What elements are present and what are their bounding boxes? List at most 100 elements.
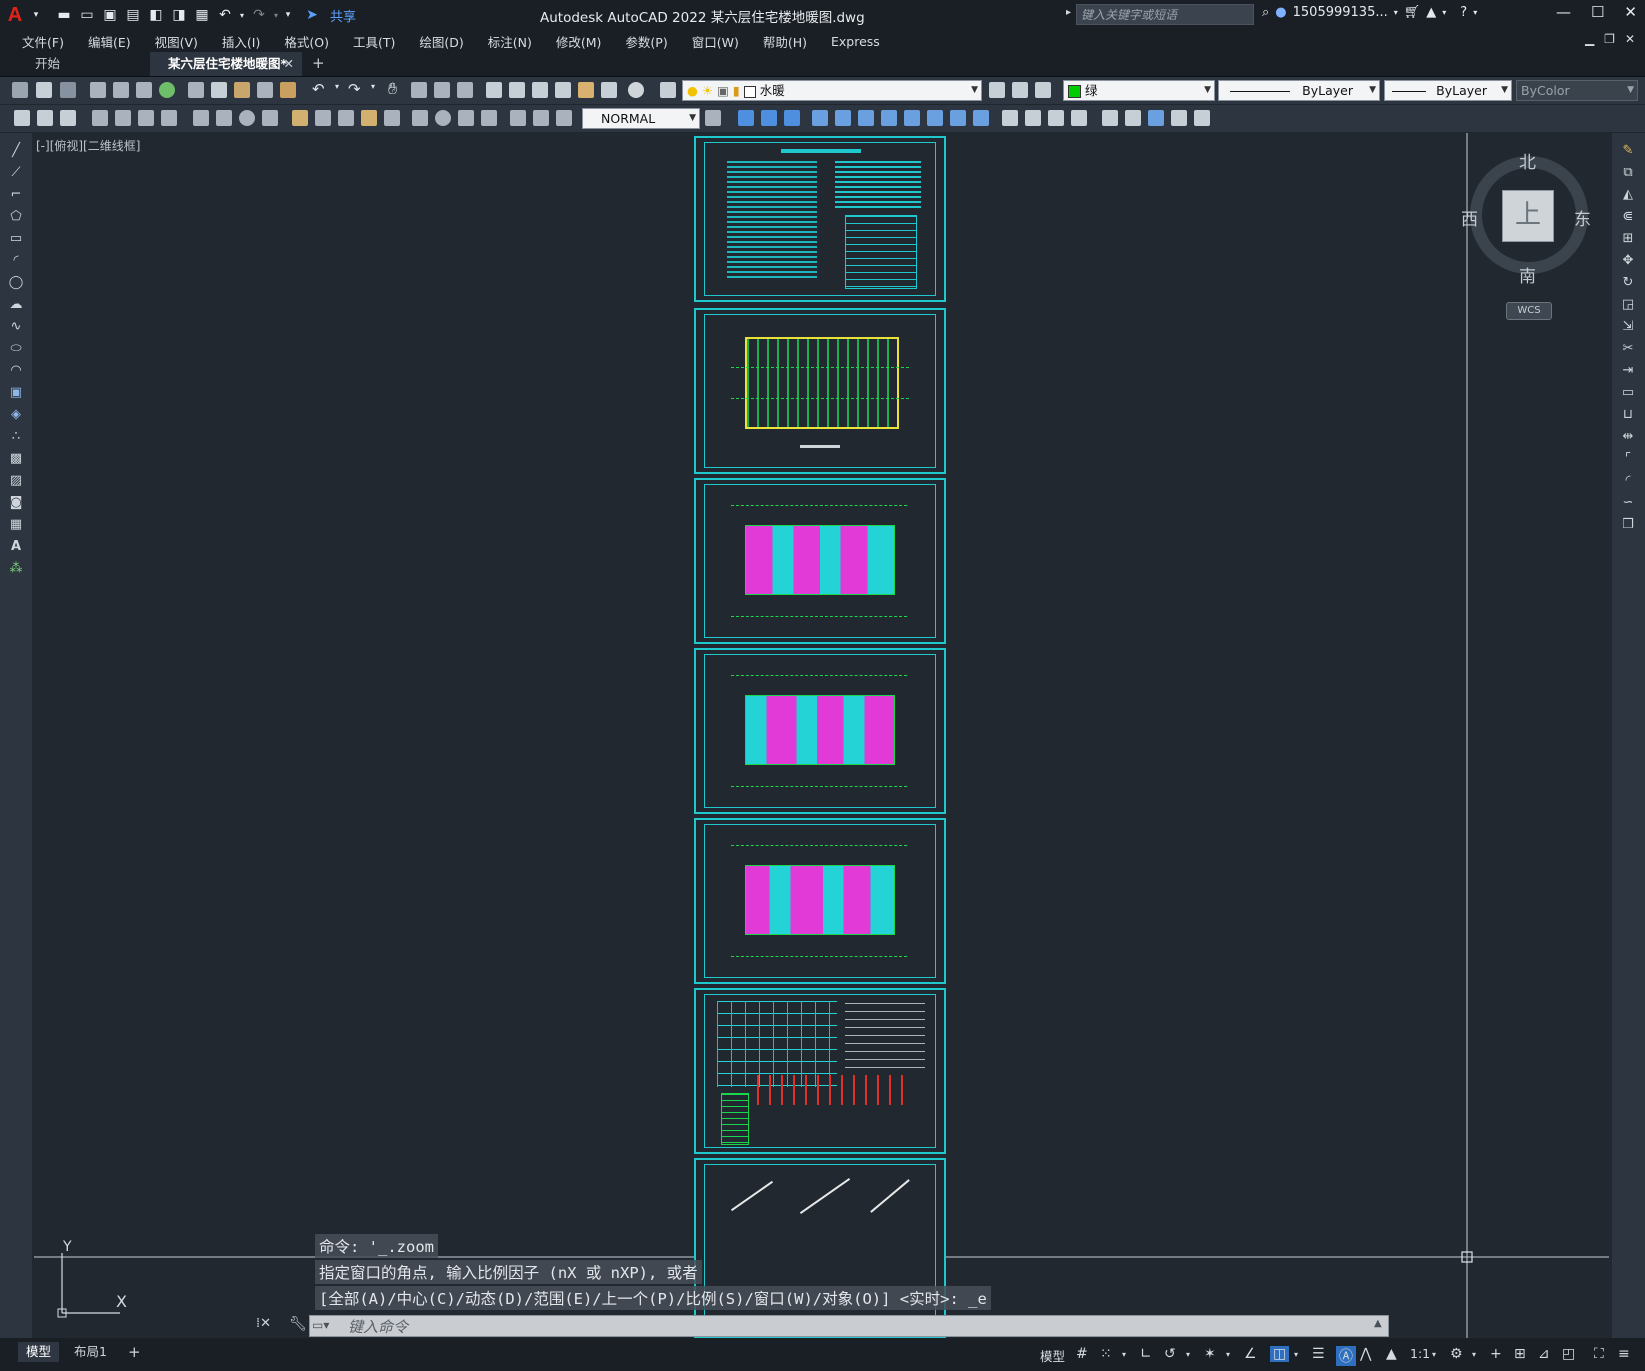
dimension-update-icon[interactable] — [556, 110, 572, 126]
grid-icon[interactable]: # — [1076, 1346, 1088, 1362]
new-tab-button[interactable]: + — [312, 54, 325, 72]
extend-icon[interactable]: ⇥ — [1620, 363, 1636, 379]
rotate-icon[interactable]: ↻ — [1620, 275, 1636, 291]
make-current-layer-icon[interactable] — [989, 82, 1005, 98]
3d-tool-20-icon[interactable] — [1194, 110, 1210, 126]
layer-on-icon[interactable]: ● — [687, 83, 698, 98]
undo-icon[interactable]: ↶ — [214, 4, 236, 26]
menu-file[interactable]: 文件(F) — [10, 32, 76, 51]
3d-tool-13-icon[interactable] — [1025, 110, 1041, 126]
share-icon[interactable]: ➤ — [301, 4, 323, 26]
help-tool-icon[interactable] — [628, 82, 644, 98]
3d-tool-5-icon[interactable] — [835, 110, 851, 126]
layer-lock-icon[interactable]: ▮ — [733, 83, 740, 98]
open-web-icon[interactable]: ◧ — [145, 4, 167, 26]
3d-tool-8-icon[interactable] — [904, 110, 920, 126]
scale-icon[interactable]: ◲ — [1620, 297, 1636, 313]
3d-tool-3-icon[interactable] — [784, 110, 800, 126]
viewcube-top-face[interactable]: 上 — [1502, 190, 1554, 242]
jogged-dimension-icon[interactable] — [216, 110, 232, 126]
customization-menu-icon[interactable]: ≡ — [1618, 1346, 1630, 1362]
minimize-icon[interactable]: — — [1556, 3, 1571, 21]
gradient-icon[interactable]: ▨ — [8, 473, 24, 489]
object-snap-icon[interactable]: ◫ — [1270, 1346, 1290, 1362]
quick-properties-icon[interactable]: ⊿ — [1538, 1346, 1550, 1362]
mirror-icon[interactable]: ◭ — [1620, 187, 1636, 203]
tab-start[interactable]: 开始 — [17, 52, 149, 76]
center-mark-icon[interactable] — [435, 110, 451, 126]
tab-model[interactable]: 模型 — [18, 1342, 60, 1362]
region-icon[interactable]: ◙ — [8, 495, 24, 511]
compass-east[interactable]: 东 — [1574, 205, 1591, 230]
menu-view[interactable]: 视图(V) — [143, 32, 210, 51]
layer-state-icon[interactable] — [1035, 82, 1051, 98]
workspace-dropdown-icon[interactable]: ▾ — [1472, 1350, 1476, 1359]
share-button[interactable]: 共享 — [330, 6, 356, 25]
linear-dimension-icon[interactable] — [92, 110, 108, 126]
viewport-controls[interactable]: [-][俯视][二维线框] — [36, 137, 140, 154]
3d-tool-11-icon[interactable] — [973, 110, 989, 126]
redo-tool-dropdown-icon[interactable]: ▾ — [371, 82, 375, 91]
polar-tracking-icon[interactable]: ↺ — [1164, 1346, 1176, 1362]
construction-line-icon[interactable]: ⟋ — [8, 165, 24, 181]
tolerance-icon[interactable] — [412, 110, 428, 126]
scale-dropdown-icon[interactable]: ▾ — [1432, 1350, 1436, 1359]
help-icon[interactable]: ? — [1460, 5, 1467, 20]
3d-tool-10-icon[interactable] — [950, 110, 966, 126]
layer-vp-freeze-icon[interactable]: ▣ — [717, 83, 729, 98]
3d-tool-18-icon[interactable] — [1148, 110, 1164, 126]
text-style-dropdown[interactable]: NORMAL ▼ — [582, 108, 700, 129]
open-file-icon[interactable]: ▭ — [76, 4, 98, 26]
redo-dropdown-icon[interactable]: ▾ — [271, 4, 281, 26]
publish-icon[interactable] — [136, 82, 152, 98]
paste-icon[interactable] — [234, 82, 250, 98]
open-icon[interactable] — [36, 82, 52, 98]
doc-close-icon[interactable]: ✕ — [1625, 32, 1635, 46]
tab-layout1[interactable]: 布局1 — [66, 1342, 115, 1362]
tool-2-2-icon[interactable] — [37, 110, 53, 126]
workspace-gear-icon[interactable]: ⚙︎ — [1450, 1346, 1463, 1362]
rectangle-icon[interactable]: ▭ — [8, 231, 24, 247]
undo-tool-icon[interactable]: ↶ — [312, 80, 325, 98]
ordinate-dimension-icon[interactable] — [161, 110, 177, 126]
circle-icon[interactable]: ◯ — [8, 275, 24, 291]
aligned-dimension-icon[interactable] — [115, 110, 131, 126]
ortho-icon[interactable]: ∟ — [1140, 1346, 1152, 1362]
markup-icon[interactable] — [578, 82, 594, 98]
3d-tool-15-icon[interactable] — [1071, 110, 1087, 126]
table-icon[interactable]: ▦ — [8, 517, 24, 533]
help-chevron-icon[interactable]: ▾ — [1473, 8, 1477, 17]
ellipse-arc-icon[interactable]: ◠ — [8, 363, 24, 379]
doc-minimize-icon[interactable]: ▁ — [1585, 32, 1594, 46]
auto-scale-icon[interactable]: ⋀ — [1360, 1346, 1371, 1362]
menu-express[interactable]: Express — [819, 34, 892, 49]
tool-2-1-icon[interactable] — [14, 110, 30, 126]
units-icon[interactable]: ⊞ — [1514, 1346, 1526, 1362]
menu-tools[interactable]: 工具(T) — [341, 32, 407, 51]
plot-tool-icon[interactable] — [90, 82, 106, 98]
linetype-dropdown[interactable]: ByLayer ▼ — [1218, 80, 1380, 101]
annotation-scale-icon[interactable]: ▲ — [1386, 1346, 1397, 1362]
add-selected-icon[interactable]: ⁂ — [8, 561, 24, 577]
ellipse-icon[interactable]: ⬭ — [8, 341, 24, 357]
user-icon[interactable]: ● — [1275, 5, 1286, 20]
menu-insert[interactable]: 插入(I) — [210, 32, 272, 51]
lock-ui-icon[interactable]: ◰ — [1562, 1346, 1575, 1362]
explode-icon[interactable]: ❒ — [1620, 517, 1636, 533]
menu-edit[interactable]: 编辑(E) — [76, 32, 143, 51]
spline-icon[interactable]: ∿ — [8, 319, 24, 335]
properties-icon[interactable] — [486, 82, 502, 98]
plotstyle-dropdown[interactable]: ByColor ▼ — [1516, 80, 1638, 101]
save-tool-icon[interactable] — [60, 82, 76, 98]
autodesk-app-icon[interactable]: ▲ — [1426, 5, 1436, 20]
annotation-visibility-icon[interactable]: Ⓐ — [1336, 1346, 1356, 1366]
command-line-grip-icon[interactable]: ⁞✕ — [256, 1316, 271, 1331]
dimension-edit-icon[interactable] — [510, 110, 526, 126]
menu-window[interactable]: 窗口(W) — [680, 32, 751, 51]
copy-icon[interactable] — [211, 82, 227, 98]
compass-west[interactable]: 西 — [1461, 205, 1478, 230]
tab-close-icon[interactable]: ✕ — [284, 52, 294, 76]
design-center-icon[interactable] — [509, 82, 525, 98]
zoom-window-icon[interactable] — [434, 82, 450, 98]
cart-icon[interactable]: 🛒︎ — [1404, 5, 1421, 20]
